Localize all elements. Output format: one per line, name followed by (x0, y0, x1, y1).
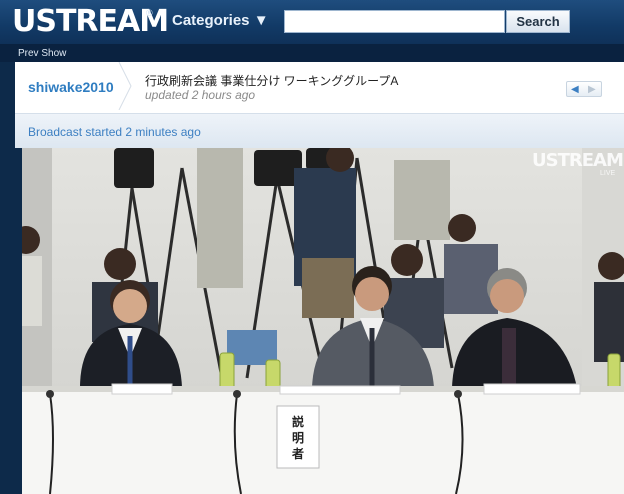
show-nav-control: ◀ ▶ (566, 81, 602, 97)
channel-name[interactable]: shiwake2010 (28, 79, 114, 95)
placard-char-1: 説 (292, 414, 304, 429)
video-player[interactable]: 説 明 者 USTREAM LIVE (22, 148, 624, 494)
categories-menu[interactable]: Categories ▼ (172, 12, 269, 29)
updated-time: updated 2 hours ago (145, 88, 256, 102)
video-frame: 説 明 者 (22, 148, 624, 494)
prev-arrow-icon[interactable]: ◀ (571, 84, 579, 95)
search-input[interactable] (284, 10, 505, 33)
next-arrow-icon[interactable]: ▶ (588, 84, 596, 95)
top-bar: USTREAM ® Categories ▼ Search (0, 0, 624, 44)
chevron-divider-icon (118, 62, 132, 110)
broadcast-status-bar: Broadcast started 2 minutes ago (15, 113, 624, 148)
ustream-logo[interactable]: USTREAM (12, 4, 169, 39)
show-info-panel: shiwake2010 行政刷新会議 事業仕分け ワーキンググループA upda… (15, 62, 624, 148)
broadcast-status: Broadcast started 2 minutes ago (28, 125, 201, 139)
show-title[interactable]: 行政刷新会議 事業仕分け ワーキンググループA (145, 72, 398, 89)
ustream-watermark: USTREAM (532, 150, 624, 171)
search-button[interactable]: Search (506, 10, 570, 33)
live-label: LIVE (600, 170, 616, 177)
prev-show-link[interactable]: Prev Show (18, 48, 66, 59)
placard-char-2: 明 (292, 431, 304, 445)
prev-show-bar: Prev Show (0, 44, 624, 62)
registered-mark: ® (146, 8, 153, 18)
placard-char-3: 者 (291, 446, 304, 461)
